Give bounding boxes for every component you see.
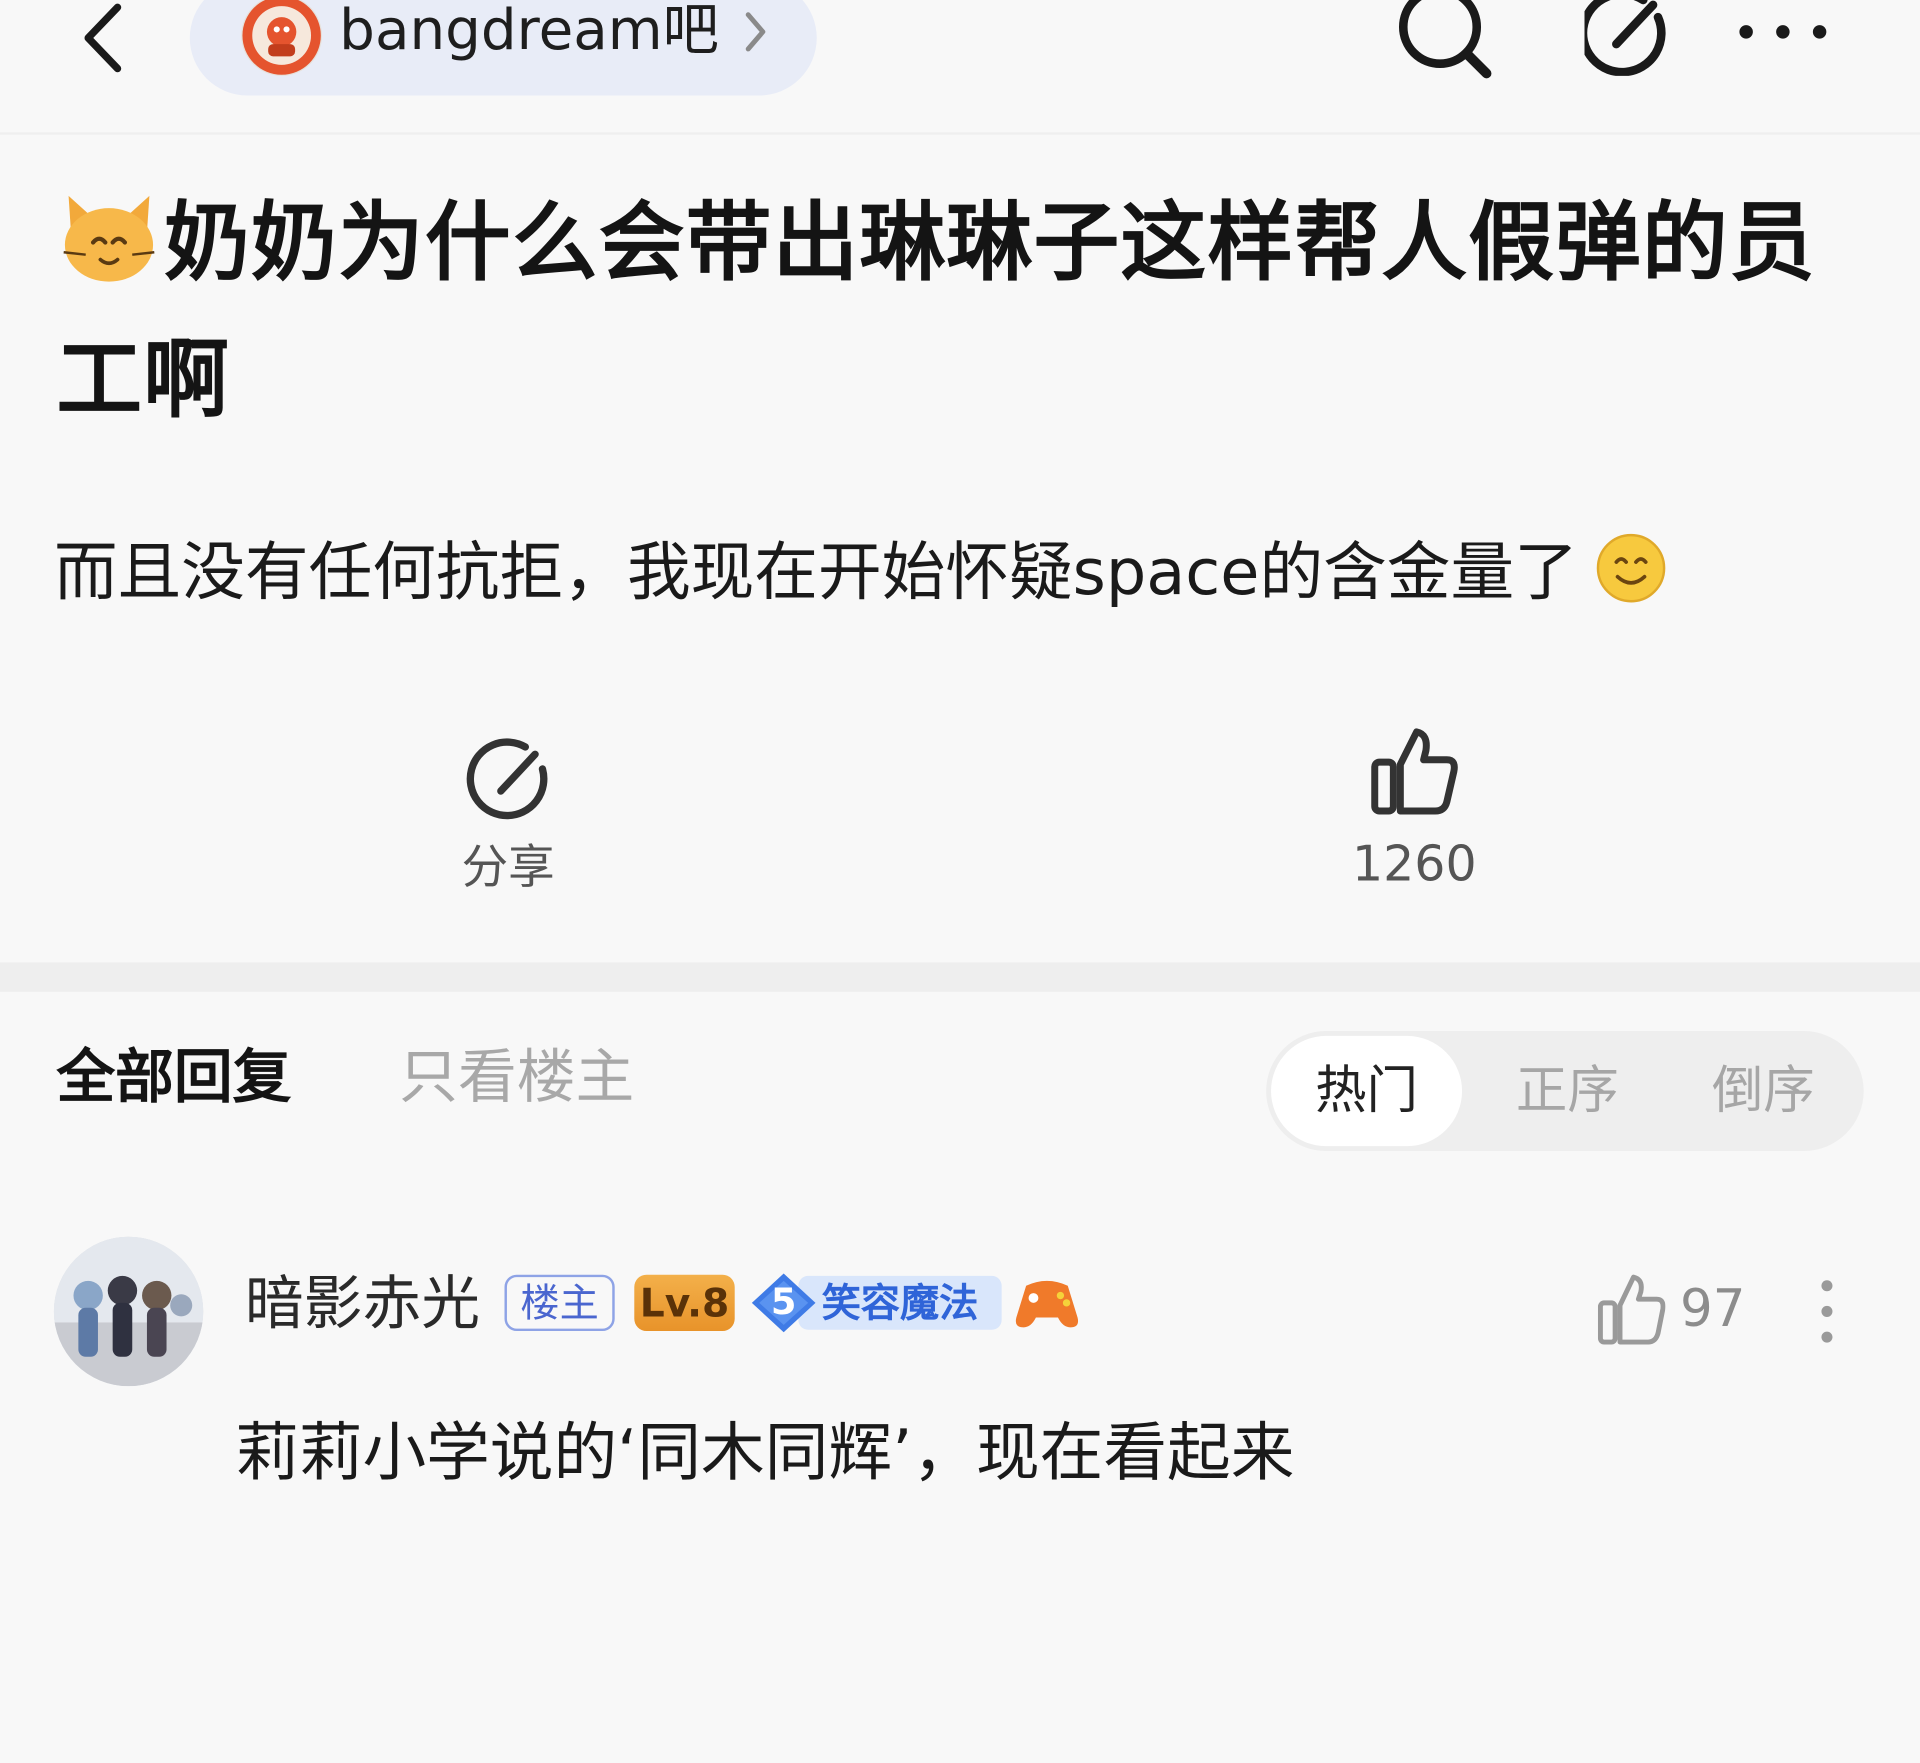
more-dots-icon[interactable] [1736, 17, 1829, 46]
op-badge: 楼主 [504, 1274, 615, 1332]
reply-username[interactable]: 暗影赤光 [245, 1269, 480, 1340]
share-label: 分享 [461, 840, 555, 894]
fan-title-badge: 笑容魔法 5 [749, 1271, 1002, 1335]
fan-level-number: 5 [770, 1280, 797, 1324]
cat-face-emoji-icon [63, 195, 155, 282]
reply-more-icon[interactable] [1810, 1278, 1844, 1344]
post-body: 而且没有任何抗拒，我现在开始怀疑space的含金量了 [54, 527, 1891, 620]
post-title-block: 奶奶为什么会带出琳琳子这样帮人假弹的员工啊 [56, 174, 1881, 448]
reply-like-button[interactable]: 97 [1597, 1269, 1756, 1350]
thumbs-up-outline-icon [1597, 1274, 1666, 1345]
top-nav-bar: bangdream吧 [0, 0, 1920, 132]
share-icon [466, 738, 548, 820]
tab-op-only[interactable]: 只看楼主 [399, 1043, 634, 1112]
sort-segmented-control: 热门 正序 倒序 [1266, 1031, 1864, 1152]
smile-emoji-icon [1596, 533, 1665, 603]
share-edit-icon[interactable] [1584, 0, 1681, 76]
reply-like-count: 97 [1680, 1278, 1746, 1339]
fan-title-label: 笑容魔法 [798, 1275, 1002, 1330]
section-separator [0, 962, 1920, 992]
sort-option-descending[interactable]: 倒序 [1712, 1060, 1815, 1121]
search-icon[interactable] [1393, 0, 1498, 83]
like-button[interactable]: 1260 [1322, 725, 1506, 896]
post-title: 奶奶为什么会带出琳琳子这样帮人假弹的员工啊 [56, 192, 1816, 430]
chevron-right-icon [745, 12, 766, 52]
sort-option-ascending[interactable]: 正序 [1516, 1060, 1619, 1121]
reply-text-preview: 莉莉小学说的‘同木同辉’，现在看起来 [235, 1416, 1295, 1491]
like-count: 1260 [1351, 836, 1477, 893]
user-avatar[interactable] [53, 1236, 204, 1387]
back-arrow-icon[interactable] [71, 0, 137, 76]
share-button[interactable]: 分享 [416, 735, 600, 894]
app-screen: bangdream吧 奶奶为什么会带出琳琳子这样帮人假弹的员工啊 而且没有任何抗… [0, 0, 1920, 1763]
gamepad-badge-icon [1015, 1280, 1079, 1328]
forum-avatar-icon [241, 0, 323, 76]
forum-name: bangdream吧 [339, 0, 719, 63]
thumbs-up-icon [1371, 728, 1458, 815]
post-body-text: 而且没有任何抗拒，我现在开始怀疑space的含金量了 [53, 536, 1578, 610]
forum-entry-pill[interactable]: bangdream吧 [189, 0, 817, 96]
top-divider [0, 132, 1920, 135]
level-badge: Lv.8 [634, 1274, 735, 1332]
tab-all-replies[interactable]: 全部回复 [56, 1043, 291, 1112]
sort-option-hot[interactable]: 热门 [1315, 1060, 1418, 1121]
